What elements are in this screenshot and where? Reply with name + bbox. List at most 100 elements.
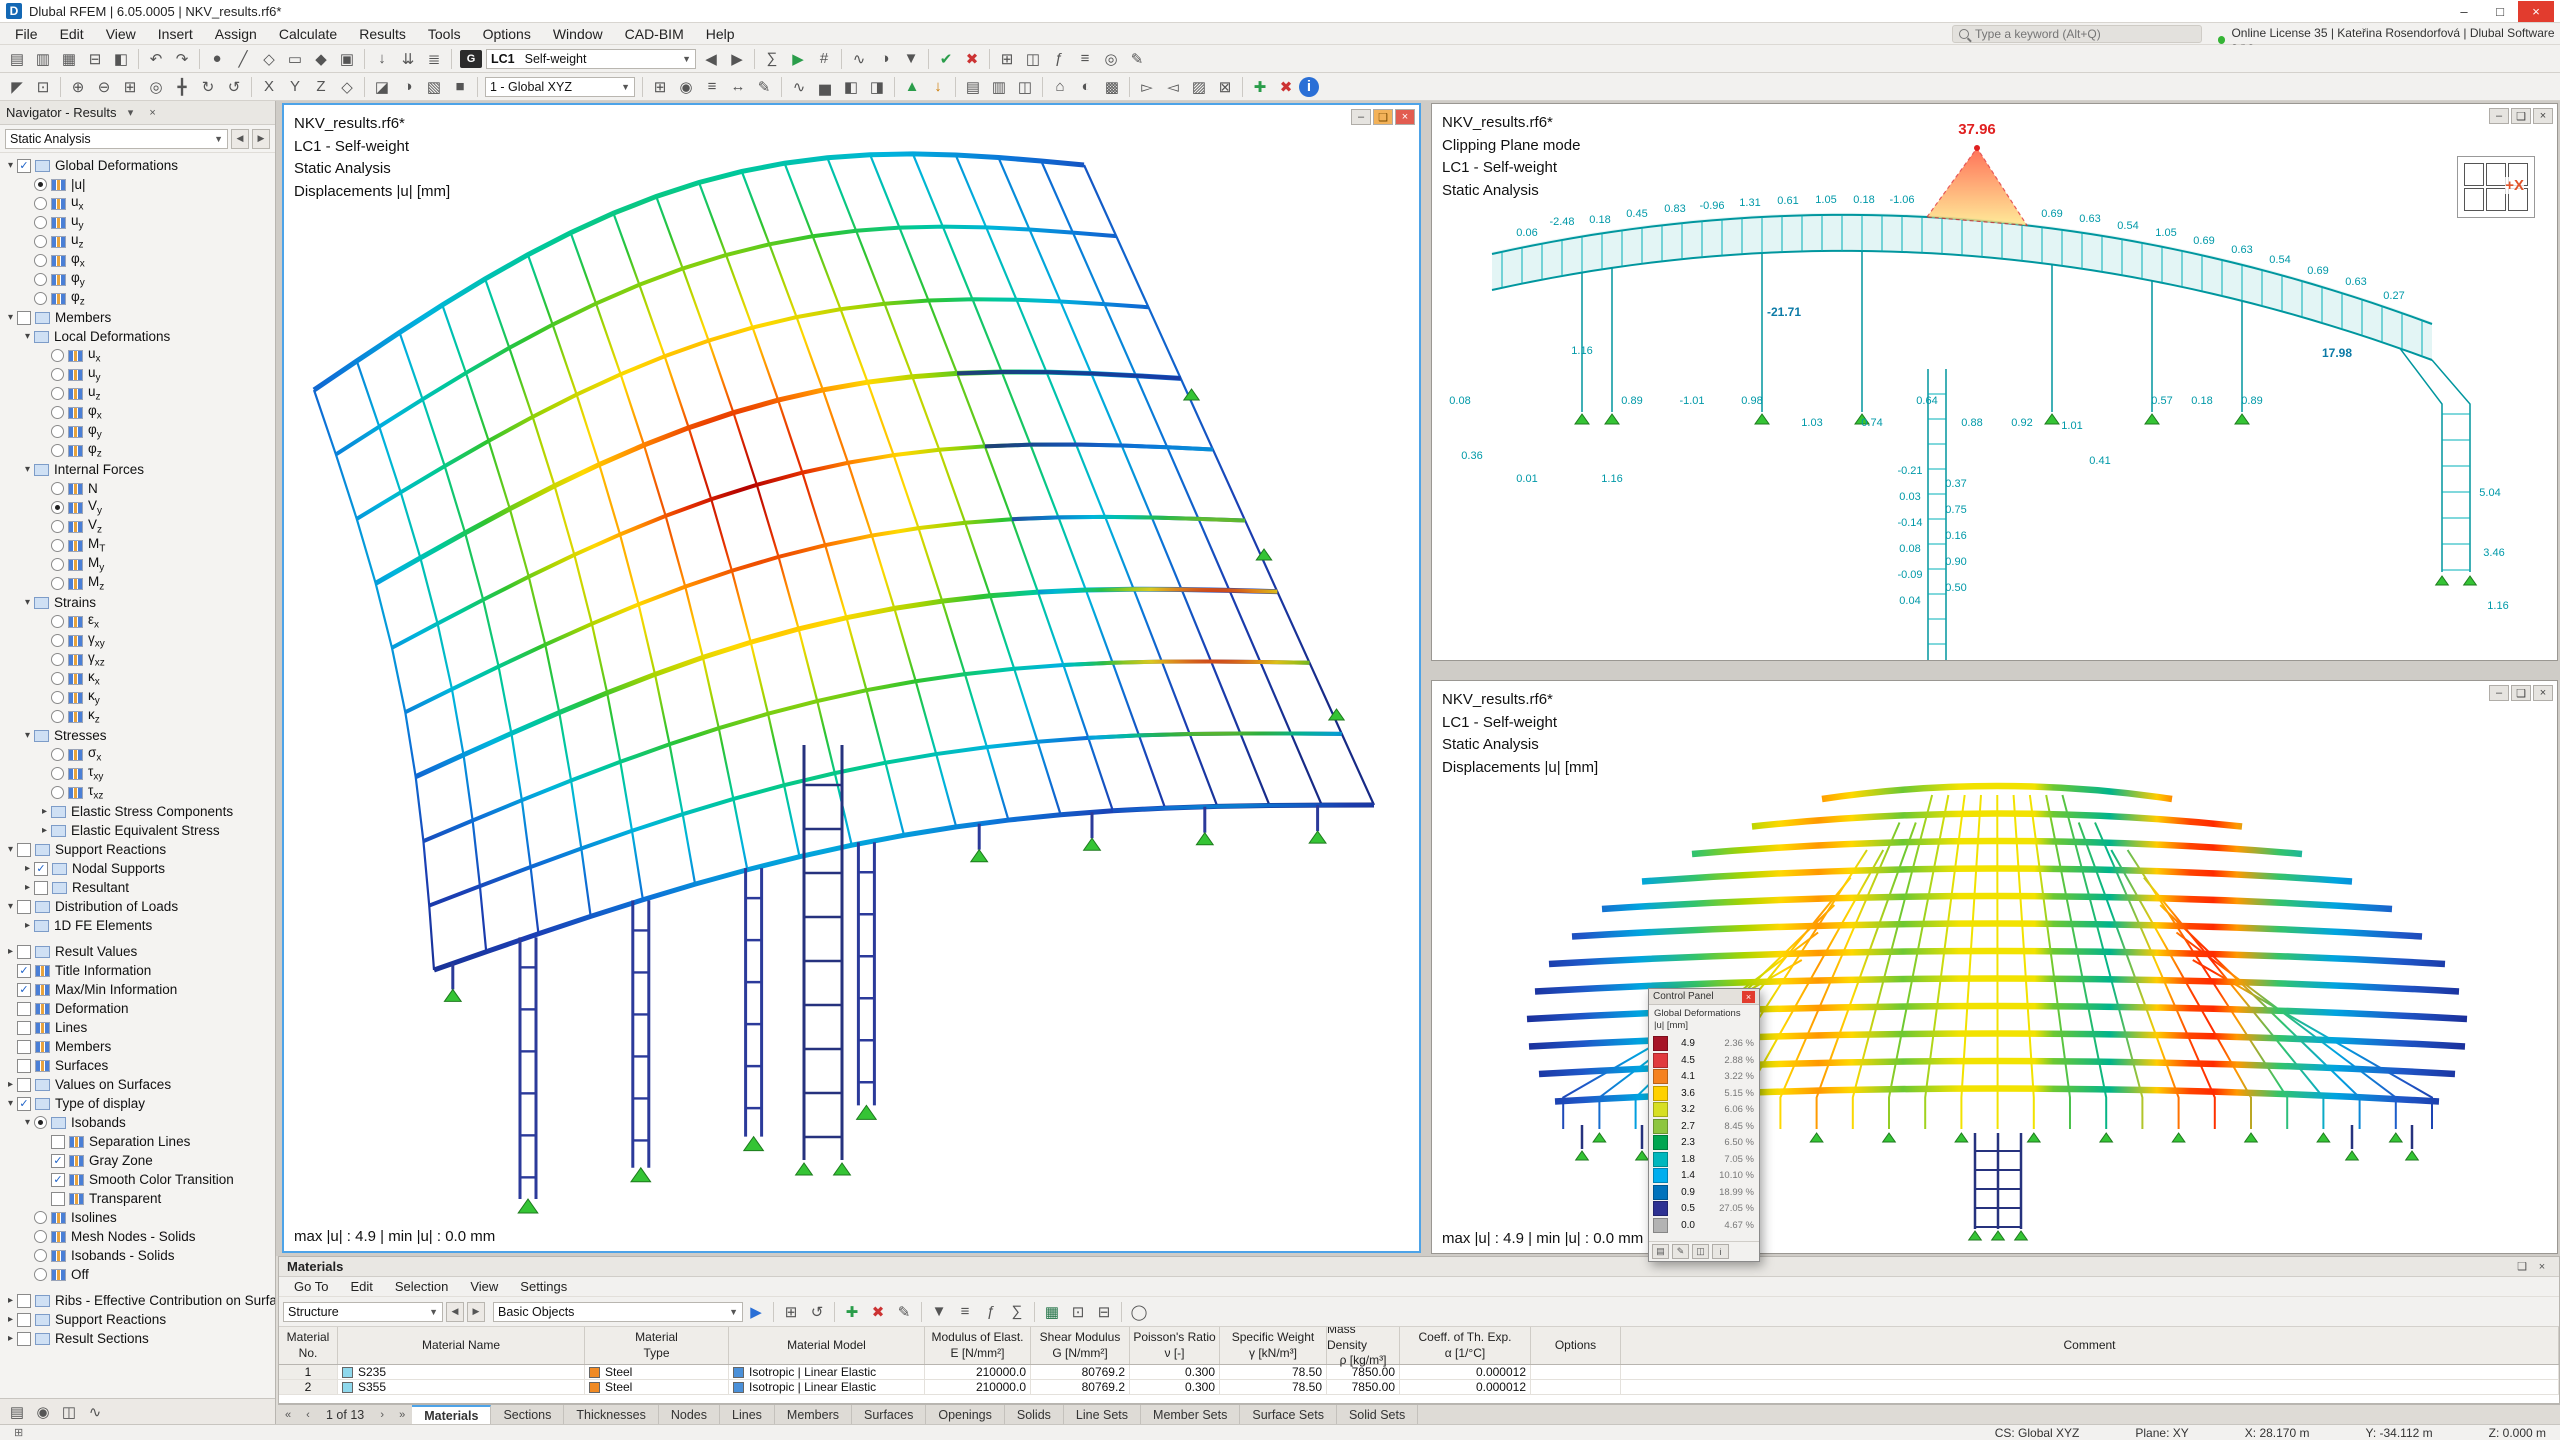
tables-toggle-icon[interactable]: ▥: [986, 75, 1012, 99]
menu-item-assign[interactable]: Assign: [204, 23, 268, 45]
tree-checkbox[interactable]: [17, 310, 31, 325]
tree-radio[interactable]: [51, 482, 64, 495]
tree-item[interactable]: uz: [0, 384, 275, 403]
tree-checkbox[interactable]: [17, 1293, 31, 1308]
reverse-animation-icon[interactable]: ◅: [1160, 75, 1186, 99]
legend-options-button[interactable]: ▤: [1652, 1244, 1669, 1259]
tree-item[interactable]: ✓ Title Information: [0, 961, 275, 980]
tree-item[interactable]: ux: [0, 194, 275, 213]
tree-radio[interactable]: [51, 786, 64, 799]
tree-radio[interactable]: [51, 539, 64, 552]
calculate-all-icon[interactable]: ∑: [759, 47, 785, 71]
menu-item-view[interactable]: View: [95, 23, 147, 45]
tree-checkbox[interactable]: [17, 1331, 31, 1346]
tree-item[interactable]: ▸ Ribs - Effective Contribution on Surfa.…: [0, 1291, 275, 1310]
select-window-icon[interactable]: ⊡: [30, 75, 56, 99]
cell-coeffofthexp[interactable]: 0.000012: [1400, 1380, 1531, 1394]
table-row[interactable]: 2 S355 Steel Isotropic | Linear Elastic 2100…: [279, 1380, 2559, 1395]
close-panel-icon[interactable]: ×: [145, 107, 161, 119]
tree-radio[interactable]: [51, 349, 64, 362]
table-tab-openings[interactable]: Openings: [926, 1404, 1005, 1425]
isobands-icon[interactable]: ◧: [838, 75, 864, 99]
tree-checkbox[interactable]: ✓: [17, 963, 31, 978]
panel-results-icon[interactable]: ∿: [82, 1400, 108, 1424]
panel-display-icon[interactable]: ◉: [30, 1400, 56, 1424]
viewport-restore-button[interactable]: ❑: [2511, 685, 2531, 701]
delete-row-icon[interactable]: ✖: [865, 1300, 891, 1324]
tree-checkbox[interactable]: [17, 1312, 31, 1327]
viewport-restore-button[interactable]: ❑: [2511, 108, 2531, 124]
tree-radio[interactable]: [51, 520, 64, 533]
section-display-icon[interactable]: ▨: [1186, 75, 1212, 99]
tree-item[interactable]: Mesh Nodes - Solids: [0, 1227, 275, 1246]
insert-surface-icon[interactable]: ▭: [282, 47, 308, 71]
delete-results-icon[interactable]: ✖: [959, 47, 985, 71]
legend-lock-button[interactable]: ◫: [1692, 1244, 1709, 1259]
table-tab-materials[interactable]: Materials: [412, 1404, 492, 1425]
collapse-icon[interactable]: ▾: [21, 331, 34, 342]
rotate-view-icon[interactable]: ↻: [195, 75, 221, 99]
loads-display-icon[interactable]: ↓: [925, 75, 951, 99]
texture-icon[interactable]: ▩: [1099, 75, 1125, 99]
viewport-close-button[interactable]: ×: [2533, 685, 2553, 701]
table-tab-surfacesets[interactable]: Surface Sets: [1240, 1404, 1337, 1425]
materials-menu-goto[interactable]: Go To: [283, 1277, 339, 1297]
navigator-toggle-icon[interactable]: ▤: [960, 75, 986, 99]
expand-icon[interactable]: ▸: [38, 806, 51, 817]
tree-item[interactable]: φz: [0, 289, 275, 308]
formula-icon[interactable]: ƒ: [978, 1300, 1004, 1324]
sort-descending-icon[interactable]: ▼: [926, 1300, 952, 1324]
isolines-icon[interactable]: ◨: [864, 75, 890, 99]
tables-icon[interactable]: ⊞: [994, 47, 1020, 71]
menu-item-file[interactable]: File: [4, 23, 49, 45]
tree-item[interactable]: uz: [0, 232, 275, 251]
analysis-type-selector[interactable]: Static Analysis ▼: [5, 128, 228, 149]
tree-radio[interactable]: [34, 292, 47, 305]
show-results-icon[interactable]: ∿: [846, 47, 872, 71]
collapse-icon[interactable]: ▾: [4, 901, 17, 912]
expand-icon[interactable]: ▸: [38, 825, 51, 836]
column-header-shearmodulus[interactable]: Shear Modulus G [N/mm²]: [1031, 1327, 1130, 1364]
tree-radio[interactable]: [51, 558, 64, 571]
tree-radio[interactable]: [51, 767, 64, 780]
tree-item[interactable]: Members: [0, 1037, 275, 1056]
menu-item-tools[interactable]: Tools: [417, 23, 472, 45]
tree-item[interactable]: ux: [0, 346, 275, 365]
cell-materialmodel[interactable]: Isotropic | Linear Elastic: [729, 1365, 925, 1379]
tree-radio[interactable]: [51, 387, 64, 400]
menu-item-edit[interactable]: Edit: [49, 23, 95, 45]
tree-checkbox[interactable]: [17, 1020, 31, 1035]
view-along-x-icon[interactable]: X: [256, 75, 282, 99]
tree-item[interactable]: Mz: [0, 574, 275, 593]
table-tab-thicknesses[interactable]: Thicknesses: [564, 1404, 659, 1425]
table-row[interactable]: 1 S235 Steel Isotropic | Linear Elastic 2100…: [279, 1365, 2559, 1380]
expand-icon[interactable]: ▸: [4, 1295, 17, 1306]
materials-menu-settings[interactable]: Settings: [509, 1277, 578, 1297]
cell-shearmodulus[interactable]: 80769.2: [1031, 1365, 1130, 1379]
tree-item[interactable]: Surfaces: [0, 1056, 275, 1075]
table-tab-nodes[interactable]: Nodes: [658, 1404, 721, 1425]
print-icon[interactable]: ⊟: [82, 47, 108, 71]
tree-item[interactable]: φx: [0, 251, 275, 270]
zoom-all-icon[interactable]: ◎: [143, 75, 169, 99]
tree-item[interactable]: φy: [0, 270, 275, 289]
close-icon[interactable]: ×: [1742, 990, 1755, 1003]
zoom-in-icon[interactable]: ⊕: [65, 75, 91, 99]
tree-item[interactable]: ▸ Result Sections: [0, 1329, 275, 1348]
tree-item[interactable]: ✓ Gray Zone: [0, 1151, 275, 1170]
expand-icon[interactable]: ▸: [4, 1079, 17, 1090]
viewport-minimize-button[interactable]: –: [1351, 109, 1371, 125]
menu-item-calculate[interactable]: Calculate: [268, 23, 348, 45]
viewport-restore-button[interactable]: ❑: [1373, 109, 1393, 125]
table-tab-solidsets[interactable]: Solid Sets: [1336, 1404, 1419, 1425]
load-cases-icon[interactable]: ≣: [421, 47, 447, 71]
tree-radio[interactable]: [34, 1268, 47, 1281]
isometric-view-icon[interactable]: ◇: [334, 75, 360, 99]
insert-line-icon[interactable]: ╱: [230, 47, 256, 71]
tree-checkbox[interactable]: ✓: [17, 982, 31, 997]
tree-item[interactable]: εx: [0, 612, 275, 631]
tree-item[interactable]: γxy: [0, 631, 275, 650]
tree-item[interactable]: κy: [0, 688, 275, 707]
tree-item[interactable]: Isolines: [0, 1208, 275, 1227]
tree-radio[interactable]: [34, 273, 47, 286]
